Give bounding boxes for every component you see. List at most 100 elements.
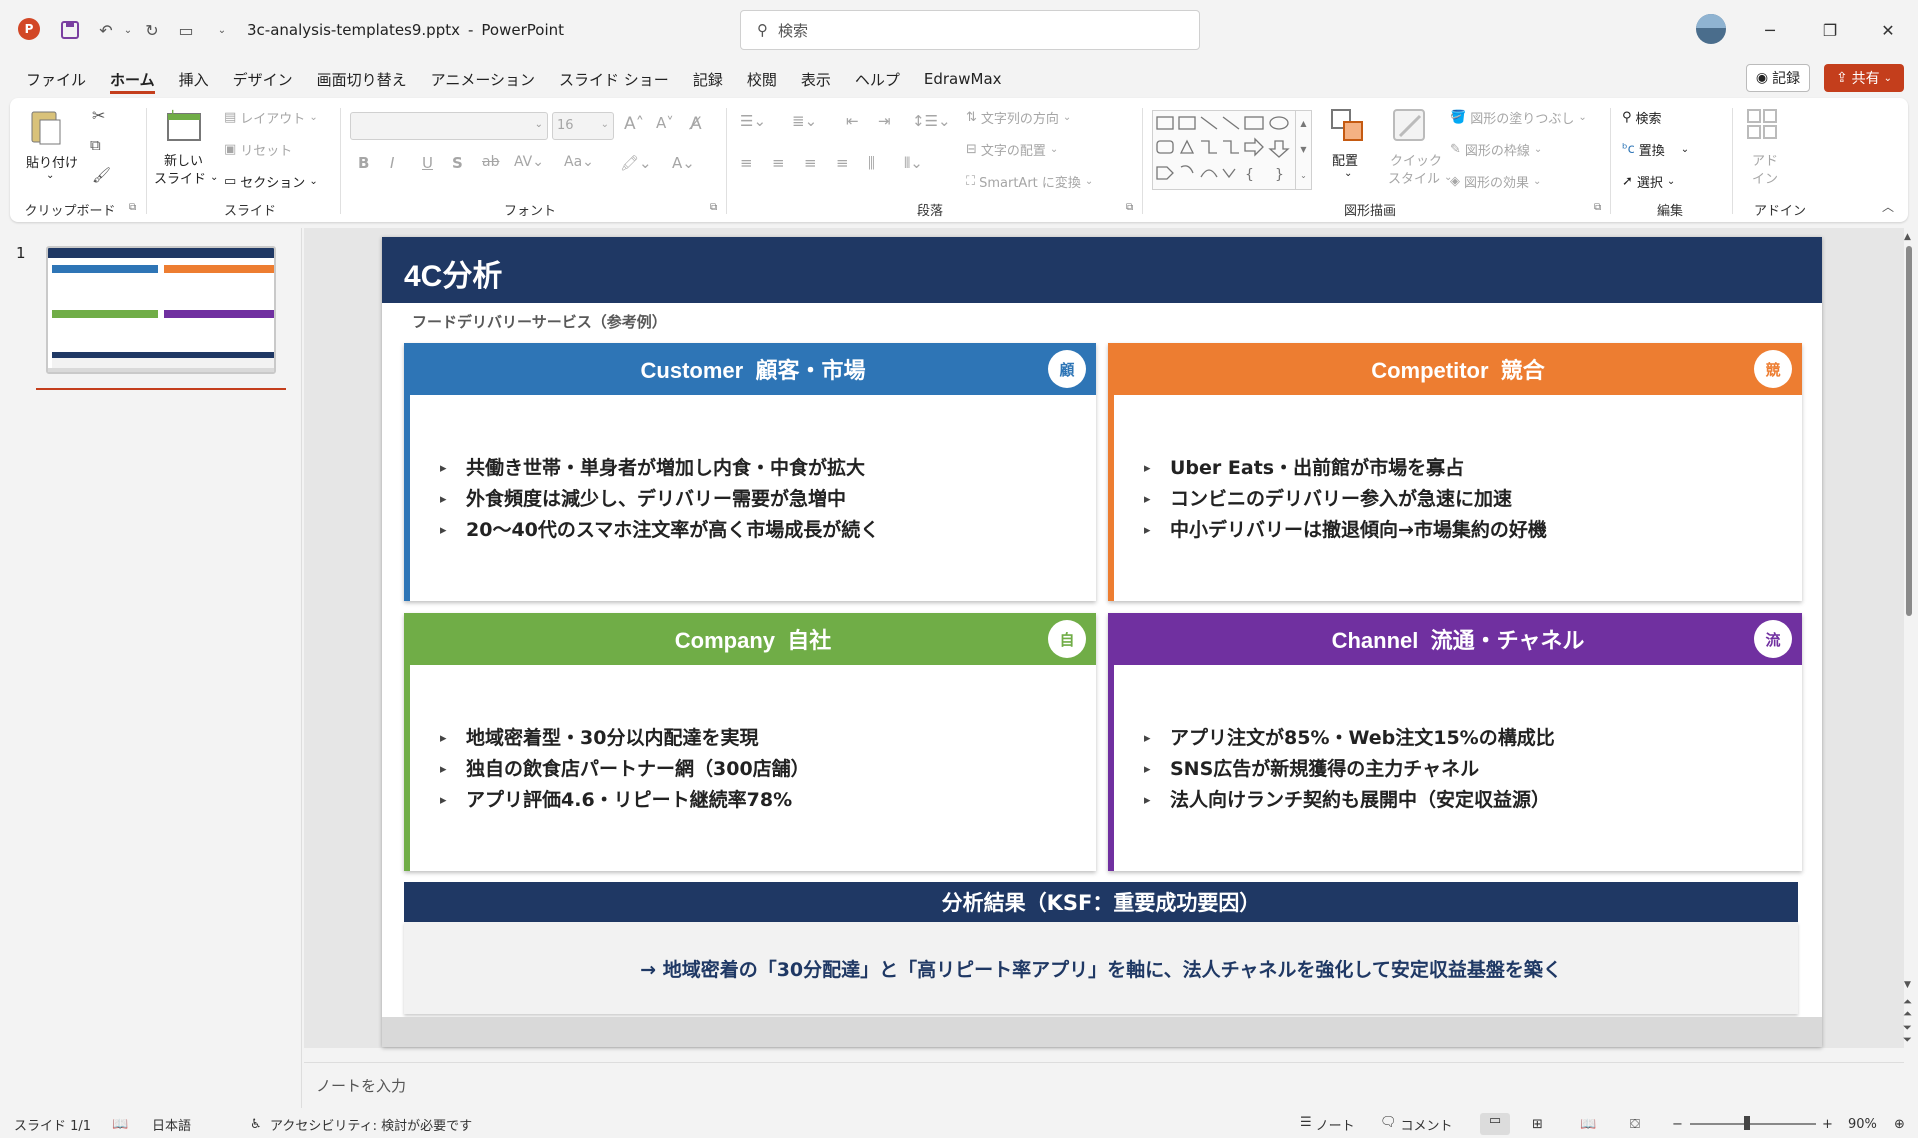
align-left-icon[interactable]: ≡ (740, 154, 753, 172)
paste-icon[interactable] (26, 106, 66, 146)
spellcheck-icon[interactable]: 📖 (112, 1117, 128, 1132)
drawing-launcher-icon[interactable]: ⧉ (1594, 202, 1601, 213)
strikethrough-icon[interactable]: ab (482, 154, 499, 170)
find-button[interactable]: ⚲ 検索 (1622, 108, 1662, 127)
scrollbar-thumb[interactable] (1906, 246, 1912, 616)
comments-toggle[interactable]: 🗨 コメント (1380, 1115, 1453, 1134)
text-direction-button[interactable]: ⇅ 文字列の方向 ⌄ (966, 108, 1071, 127)
shape-effects-button[interactable]: ◈ 図形の効果 ⌄ (1450, 172, 1541, 191)
tab-help[interactable]: ヘルプ (843, 62, 912, 96)
tab-file[interactable]: ファイル (14, 62, 98, 96)
clear-format-icon[interactable]: A̸ (690, 114, 702, 134)
font-size-input[interactable]: 16 ⌄ (552, 112, 614, 140)
section-button[interactable]: ▭ セクション ⌄ (224, 172, 318, 191)
font-launcher-icon[interactable]: ⧉ (710, 202, 717, 213)
zoom-slider-thumb[interactable] (1744, 1116, 1750, 1130)
font-color-icon[interactable]: A⌄ (672, 154, 695, 172)
next-slide-icon[interactable]: ⏷ ⏷ (1903, 1022, 1912, 1046)
justify-icon[interactable]: ≡ (836, 154, 849, 172)
quick-styles-label-2[interactable]: スタイル ⌄ (1388, 168, 1452, 187)
paste-dropdown-icon[interactable]: ⌄ (46, 170, 54, 181)
addins-label-2[interactable]: イン (1752, 168, 1778, 187)
card-channel[interactable]: Channel 流通・チャネル 流 アプリ注文が85%・Web注文15%の構成比… (1108, 613, 1802, 871)
fit-to-window-icon[interactable]: ⊕ (1894, 1117, 1905, 1132)
change-case-icon[interactable]: Aa⌄ (564, 154, 594, 170)
bullets-icon[interactable]: ☰⌄ (740, 112, 766, 130)
notes-toggle[interactable]: ☰ ノート (1300, 1115, 1355, 1134)
font-name-dropdown-icon[interactable]: ⌄ (535, 119, 543, 130)
scroll-down-icon[interactable]: ▼ (1904, 980, 1911, 990)
slide-subtitle[interactable]: フードデリバリーサービス（参考例） (412, 311, 667, 332)
underline-icon[interactable]: U (422, 154, 433, 172)
zoom-slider[interactable] (1690, 1123, 1816, 1125)
card-company[interactable]: Company 自社 自 地域密着型・30分以内配達を実現 独自の飲食店パートナ… (404, 613, 1096, 871)
normal-view-icon[interactable]: ▭ (1480, 1113, 1510, 1135)
save-icon[interactable] (56, 16, 84, 44)
slide-sorter-icon[interactable]: ⊞ (1532, 1117, 1543, 1132)
slideshow-icon[interactable]: ⛋ (1630, 1117, 1640, 1132)
shape-fill-button[interactable]: 🪣 図形の塗りつぶし ⌄ (1450, 108, 1587, 127)
arrange-icon[interactable] (1330, 108, 1366, 148)
addins-label-1[interactable]: アド (1752, 150, 1778, 169)
customize-toolbar-icon[interactable]: ⌄ (208, 16, 236, 44)
tab-insert[interactable]: 挿入 (167, 62, 221, 96)
shapes-gallery[interactable]: {} ▲ ▼ ⌄ (1152, 110, 1312, 190)
tab-edrawmax[interactable]: EdrawMax (912, 62, 1014, 96)
record-button[interactable]: ◉ 記録 (1746, 64, 1810, 92)
accessibility-icon[interactable]: ♿ (250, 1117, 262, 1132)
tab-review[interactable]: 校閲 (735, 62, 789, 96)
redo-icon[interactable]: ↻ (138, 16, 166, 44)
character-spacing-icon[interactable]: AV⌄ (514, 154, 544, 170)
numbering-icon[interactable]: ≣⌄ (792, 112, 817, 130)
notes-input[interactable]: ノートを入力 (304, 1062, 1904, 1108)
align-center-icon[interactable]: ≡ (772, 154, 785, 172)
arrange-label[interactable]: 配置 (1332, 150, 1358, 169)
decrease-indent-icon[interactable]: ⇤ (846, 112, 859, 130)
shapes-gallery-scroll-icon[interactable]: ▲ ▼ ⌄ (1295, 111, 1311, 189)
share-button[interactable]: ⇪ 共有 ⌄ (1824, 64, 1904, 92)
align-text-button[interactable]: ⊟ 文字の配置 ⌄ (966, 140, 1058, 159)
grow-font-icon[interactable]: A˄ (624, 114, 644, 134)
shadow-icon[interactable]: S (452, 154, 463, 172)
bold-icon[interactable]: B (358, 154, 369, 172)
quick-styles-label-1[interactable]: クイック (1390, 150, 1442, 169)
present-icon[interactable]: ▭ (172, 16, 200, 44)
scroll-up-icon[interactable]: ▲ (1904, 232, 1911, 242)
search-box[interactable]: ⚲ 検索 (740, 10, 1200, 50)
tab-animations[interactable]: アニメーション (419, 62, 547, 96)
slide-counter[interactable]: スライド 1/1 (14, 1115, 91, 1134)
minimize-button[interactable]: ─ (1754, 14, 1786, 46)
tab-view[interactable]: 表示 (789, 62, 843, 96)
reading-view-icon[interactable]: 📖 (1580, 1117, 1596, 1132)
avatar[interactable] (1696, 14, 1726, 44)
align-right-icon[interactable]: ≡ (804, 154, 817, 172)
slide-thumbnail[interactable] (46, 246, 276, 374)
tab-home[interactable]: ホーム (98, 62, 167, 96)
paragraph-launcher-icon[interactable]: ⧉ (1126, 202, 1133, 213)
smartart-button[interactable]: ⛶ SmartArt に変換 ⌄ (966, 172, 1093, 191)
ksf-conclusion[interactable]: → 地域密着の「30分配達」と「高リピート率アプリ」を軸に、法人チャネルを強化し… (404, 922, 1798, 1014)
addins-icon[interactable] (1746, 108, 1780, 146)
new-slide-label-1[interactable]: 新しい (164, 150, 203, 169)
collapse-ribbon-icon[interactable]: ︿ (1882, 198, 1894, 215)
card-competitor[interactable]: Competitor 競合 競 Uber Eats・出前館が市場を寡占 コンビニ… (1108, 343, 1802, 601)
close-button[interactable]: ✕ (1872, 14, 1904, 46)
format-painter-icon[interactable]: 🖌 (92, 166, 111, 184)
ksf-title[interactable]: 分析結果（KSF：重要成功要因） (404, 882, 1798, 922)
accessibility-status[interactable]: アクセシビリティ: 検討が必要です (270, 1115, 472, 1134)
zoom-out-icon[interactable]: − (1672, 1117, 1683, 1132)
font-name-input[interactable]: ⌄ (350, 112, 548, 140)
language-indicator[interactable]: 日本語 (152, 1115, 191, 1134)
font-size-dropdown-icon[interactable]: ⌄ (601, 119, 609, 130)
new-slide-icon[interactable]: + (164, 105, 204, 150)
increase-indent-icon[interactable]: ⇥ (878, 112, 891, 130)
slide-title[interactable]: 4C分析 (404, 251, 502, 295)
zoom-level[interactable]: 90% (1848, 1117, 1877, 1132)
tab-transitions[interactable]: 画面切り替え (305, 62, 419, 96)
quick-styles-icon[interactable] (1392, 108, 1428, 148)
distributed-icon[interactable]: ⫼ (868, 154, 875, 172)
new-slide-label-2[interactable]: スライド ⌄ (154, 168, 218, 187)
tab-slideshow[interactable]: スライド ショー (547, 62, 681, 96)
paste-label[interactable]: 貼り付け (26, 152, 78, 171)
shrink-font-icon[interactable]: A˅ (656, 114, 674, 132)
